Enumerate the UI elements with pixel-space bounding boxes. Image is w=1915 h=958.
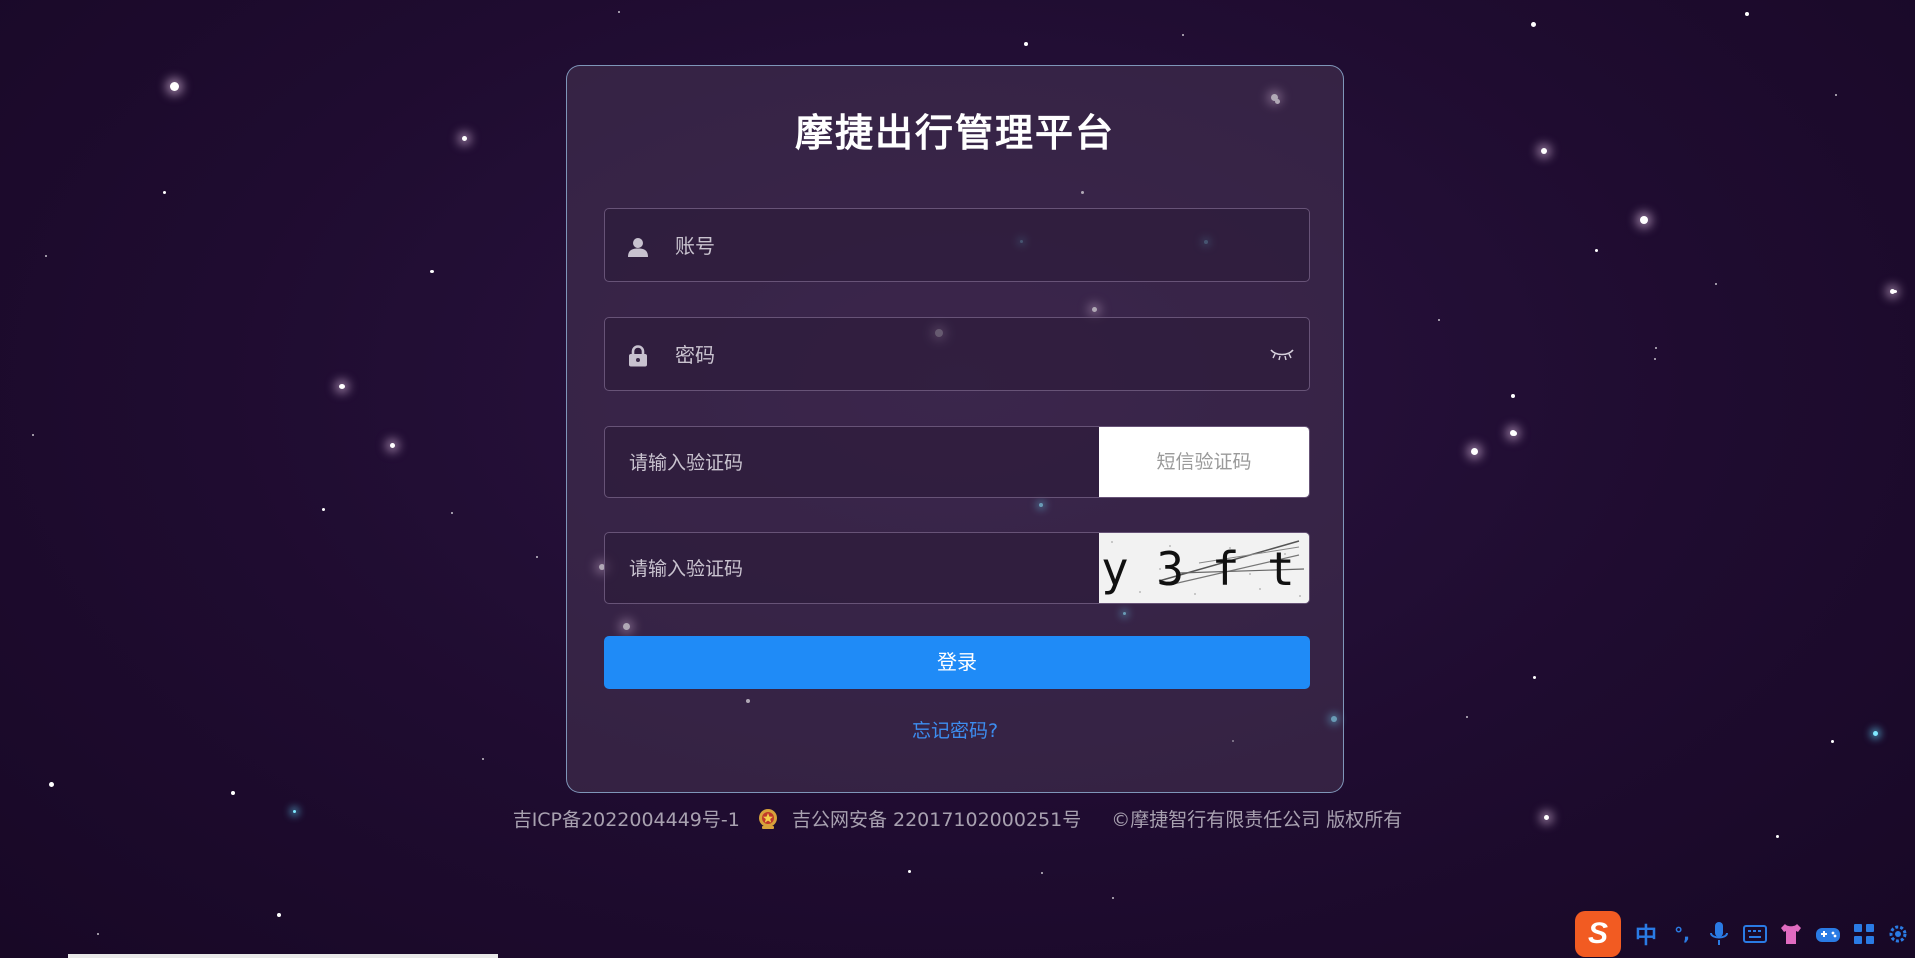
star	[1541, 148, 1547, 154]
settings-gear-icon[interactable]	[1887, 923, 1909, 945]
star	[322, 508, 325, 511]
password-field[interactable]	[604, 317, 1310, 392]
apps-grid-icon[interactable]	[1853, 923, 1875, 945]
sms-code-field[interactable]: 短信验证码	[604, 426, 1310, 498]
account-input[interactable]	[673, 209, 1237, 283]
user-icon	[628, 238, 648, 257]
captcha-input[interactable]	[627, 533, 1081, 603]
captcha-graphic: y 3 f t	[1099, 533, 1309, 603]
star	[1471, 448, 1478, 455]
star	[430, 270, 434, 273]
eye-closed-icon[interactable]	[1269, 346, 1295, 362]
star	[97, 933, 99, 935]
captcha-field[interactable]: y 3 f t	[604, 532, 1310, 604]
taskbar-indicator	[68, 954, 498, 958]
star	[536, 556, 538, 558]
star	[451, 512, 453, 514]
star	[231, 791, 235, 795]
star	[170, 82, 179, 91]
star	[1511, 394, 1515, 398]
star	[462, 136, 467, 141]
star	[1531, 22, 1536, 27]
star	[1438, 319, 1440, 321]
star	[1654, 358, 1656, 360]
star	[618, 11, 620, 13]
star	[908, 870, 911, 873]
captcha-image[interactable]: y 3 f t	[1099, 533, 1309, 603]
star	[1655, 347, 1657, 349]
star	[1776, 835, 1779, 838]
star	[1024, 42, 1028, 46]
star	[390, 443, 395, 448]
star	[1512, 431, 1517, 436]
account-field[interactable]	[604, 208, 1310, 283]
star	[1873, 731, 1878, 736]
police-badge-icon	[758, 808, 777, 829]
star	[1182, 34, 1184, 36]
lock-icon	[629, 345, 647, 367]
login-button[interactable]: 登录	[604, 636, 1310, 689]
ime-punctuation-toggle[interactable]: °,	[1671, 924, 1693, 945]
star	[1831, 740, 1834, 743]
star	[1715, 283, 1717, 285]
keyboard-icon[interactable]	[1743, 924, 1767, 944]
copyright-text: ©摩捷智行有限责任公司 版权所有	[1111, 809, 1403, 831]
police-record-link[interactable]: 吉公网安备 22017102000251号	[792, 805, 1081, 832]
star	[1112, 897, 1114, 899]
sogou-ime-logo-icon[interactable]: S	[1575, 911, 1621, 957]
star	[1041, 872, 1043, 874]
star	[1893, 290, 1897, 293]
game-controller-icon[interactable]	[1815, 923, 1841, 945]
star	[1466, 716, 1468, 718]
send-sms-code-button[interactable]: 短信验证码	[1099, 427, 1309, 497]
password-input[interactable]	[673, 318, 1237, 392]
login-card: 摩捷出行管理平台 短信验证码	[566, 65, 1344, 793]
star	[1533, 676, 1536, 679]
star	[163, 191, 166, 194]
microphone-icon[interactable]	[1709, 921, 1729, 947]
captcha-text: y 3 f t	[1101, 542, 1295, 596]
star	[1595, 249, 1598, 252]
star	[339, 384, 345, 389]
star	[482, 758, 484, 760]
ime-mode-toggle[interactable]: 中	[1635, 918, 1657, 950]
star	[1745, 12, 1749, 16]
skin-shirt-icon[interactable]	[1779, 922, 1803, 946]
star	[1835, 94, 1837, 96]
star	[49, 782, 54, 787]
sms-code-input[interactable]	[627, 427, 1081, 497]
page-title: 摩捷出行管理平台	[794, 111, 1115, 155]
star	[277, 913, 281, 917]
icp-record-link[interactable]: 吉ICP备2022004449号-1	[513, 805, 740, 832]
star	[1640, 216, 1648, 224]
footer: 吉ICP备2022004449号-1 吉公网安备 22017102000251号…	[0, 805, 1915, 832]
star	[32, 434, 34, 436]
forgot-password-link[interactable]: 忘记密码?	[567, 716, 1343, 743]
ime-toolbar[interactable]: S 中 °,	[1575, 910, 1915, 958]
star	[45, 255, 47, 257]
